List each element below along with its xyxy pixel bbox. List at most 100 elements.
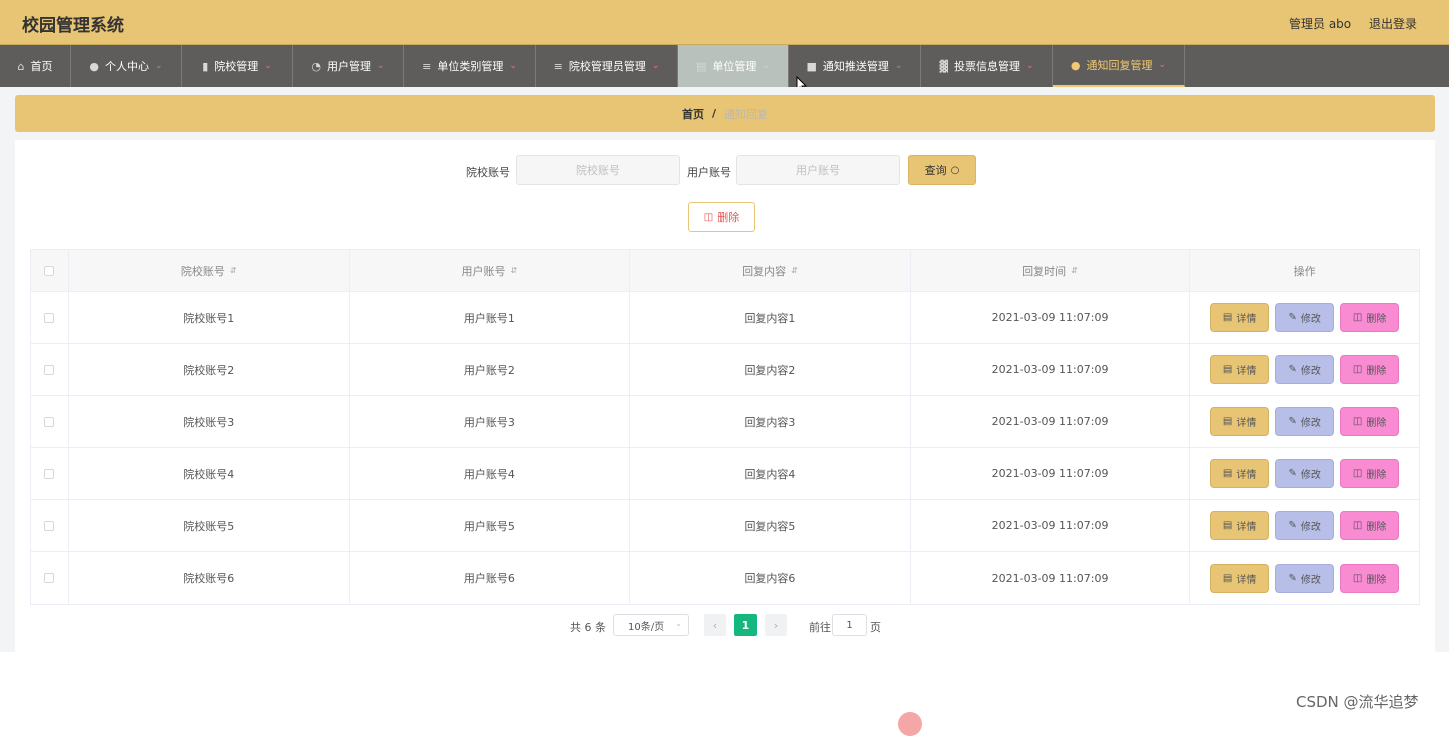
cell-user-account: 用户账号2 [350,344,631,395]
detail-button[interactable]: ▤ 详情 [1210,563,1270,593]
document-icon: ▤ [696,59,707,73]
header-reply-time[interactable]: 回复时间 ⇵ [911,250,1191,291]
next-page-button[interactable]: › [765,614,787,636]
row-select-cell [31,344,69,395]
nav-item-school-admin[interactable]: ≡ 院校管理员管理 ⌄ [536,45,678,87]
user-icon: ● [89,59,100,73]
cell-reply-time: 2021-03-09 11:07:09 [911,292,1191,343]
edit-button[interactable]: ✎ 修改 [1275,459,1335,488]
detail-button[interactable]: ▤ 详情 [1210,407,1270,436]
nav-item-vote-info[interactable]: ▓ 投票信息管理 ⌄ [921,45,1053,87]
prev-page-button[interactable]: ‹ [704,614,726,636]
row-select-cell [31,396,69,447]
nav-item-notice-push[interactable]: ■ 通知推送管理 ⌄ [789,45,921,87]
document-icon: ▤ [1222,312,1233,323]
pencil-icon: ✎ [1288,520,1297,531]
delete-label: 删除 [1366,522,1387,533]
detail-button[interactable]: ▤ 详情 [1210,511,1270,540]
page-number-current[interactable]: 1 [734,614,757,636]
nav-item-school-management[interactable]: ▮ 院校管理 ⌄ [182,45,293,87]
row-checkbox[interactable] [44,520,55,531]
cell-reply-content: 回复内容4 [630,448,911,499]
detail-button[interactable]: ▤ 详情 [1210,303,1270,332]
cell-reply-content: 回复内容2 [630,344,911,395]
page-size-value: 10条/页 [628,621,665,633]
detail-button[interactable]: ▤ 详情 [1210,459,1270,488]
batch-delete-button[interactable]: ◫ 删除 [688,202,755,232]
school-account-label: 院校账号 [466,166,510,179]
goto-page-input[interactable] [832,614,867,636]
delete-button[interactable]: ◫ 删除 [1340,511,1400,540]
nav-item-label: 个人中心 [105,60,150,73]
nav-item-unit-management[interactable]: ▤ 单位管理 ⌄ [678,45,789,87]
watermark: CSDN @流华追梦 [1296,693,1419,711]
chart-icon: ▓ [939,59,948,73]
header-user-account[interactable]: 用户账号 ⇵ [350,250,631,291]
edit-button[interactable]: ✎ 修改 [1275,511,1335,540]
delete-button[interactable]: ◫ 删除 [1340,407,1400,436]
header-actions: 操作 [1190,250,1419,291]
select-all-checkbox[interactable] [44,265,55,276]
pagination-total: 共 6 条 [570,621,606,634]
edit-label: 修改 [1300,418,1321,429]
delete-button[interactable]: ◫ 删除 [1340,563,1400,593]
row-checkbox[interactable] [44,468,55,479]
dashboard-icon: ◔ [311,59,322,73]
table-row: 院校账号1 用户账号1 回复内容1 2021-03-09 11:07:09 ▤ 详… [31,292,1419,344]
pencil-icon: ✎ [1288,468,1297,479]
delete-label: 删除 [1366,470,1387,481]
edit-button[interactable]: ✎ 修改 [1275,303,1335,332]
chevron-left-icon: ‹ [712,618,718,632]
header-school-account[interactable]: 院校账号 ⇵ [69,250,350,291]
floating-widget[interactable] [898,712,922,736]
briefcase-icon: ■ [806,59,817,73]
nav-item-unit-category[interactable]: ≡ 单位类别管理 ⌄ [404,45,536,87]
breadcrumb-home[interactable]: 首页 [682,106,704,122]
school-account-input[interactable] [516,155,680,185]
edit-label: 修改 [1300,522,1321,533]
chevron-down-icon: ⌄ [894,61,903,71]
sort-icon[interactable]: ⇵ [1071,266,1078,275]
delete-button[interactable]: ◫ 删除 [1340,459,1400,488]
nav-item-user-management[interactable]: ◔ 用户管理 ⌄ [293,45,404,87]
user-account-input[interactable] [736,155,900,185]
nav-item-notice-reply[interactable]: ● 通知回复管理 ⌄ [1053,45,1185,87]
row-checkbox[interactable] [44,416,55,427]
nav-item-personal-center[interactable]: ● 个人中心 ⌄ [71,45,182,87]
cell-reply-content: 回复内容3 [630,396,911,447]
cell-school-account: 院校账号1 [69,292,350,343]
cell-school-account: 院校账号3 [69,396,350,447]
logout-link[interactable]: 退出登录 [1369,15,1417,32]
edit-button[interactable]: ✎ 修改 [1275,563,1335,593]
header-reply-content[interactable]: 回复内容 ⇵ [630,250,911,291]
row-checkbox[interactable] [44,364,55,375]
nav-item-label: 单位管理 [712,60,757,73]
sort-icon[interactable]: ⇵ [791,266,798,275]
detail-button[interactable]: ▤ 详情 [1210,355,1270,384]
sort-icon[interactable]: ⇵ [230,266,237,275]
nav-item-home[interactable]: ⌂ 首页 [0,45,71,87]
delete-button[interactable]: ◫ 删除 [1340,303,1400,332]
batch-delete-label: 删除 [717,211,740,224]
row-checkbox[interactable] [44,573,55,583]
table-row: 院校账号2 用户账号2 回复内容2 2021-03-09 11:07:09 ▤ 详… [31,344,1419,396]
query-button[interactable]: 查询 ○ [908,155,976,185]
chevron-down-icon: ⌄ [651,61,660,71]
cell-actions: ▤ 详情 ✎ 修改 ◫ 删除 [1190,500,1419,551]
breadcrumb-current: 通知回复 [724,107,769,121]
sort-icon[interactable]: ⇵ [510,266,517,275]
goto-label: 前往 [809,621,831,634]
pencil-icon: ✎ [1288,364,1297,375]
row-checkbox[interactable] [44,312,55,323]
trash-icon: ◫ [1352,364,1363,375]
main-nav: ⌂ 首页 ● 个人中心 ⌄ ▮ 院校管理 ⌄ ◔ 用户管理 ⌄ ≡ 单位类别管理… [0,45,1449,87]
cell-user-account: 用户账号1 [350,292,631,343]
edit-button[interactable]: ✎ 修改 [1275,355,1335,384]
row-select-cell [31,500,69,551]
home-icon: ⌂ [17,59,25,73]
header-label: 院校账号 [180,264,225,278]
edit-button[interactable]: ✎ 修改 [1275,407,1335,436]
delete-button[interactable]: ◫ 删除 [1340,355,1400,384]
page-size-select[interactable]: 10条/页 ⌄ [613,614,689,636]
table-header: 院校账号 ⇵ 用户账号 ⇵ 回复内容 ⇵ 回复时间 ⇵ 操作 [31,250,1419,292]
